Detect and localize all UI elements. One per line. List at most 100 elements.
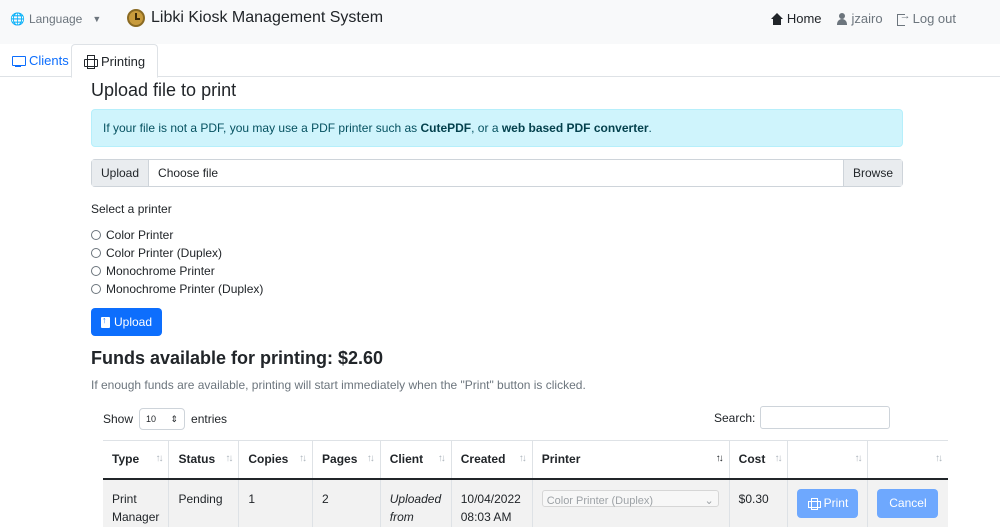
entries-label: entries: [191, 412, 228, 426]
radio-label: Color Printer: [106, 228, 174, 242]
printer-radio-color-duplex[interactable]: Color Printer (Duplex): [91, 244, 263, 262]
select-arrows-icon: ⇕: [170, 414, 179, 424]
logout-label: Log out: [912, 11, 956, 26]
type-line1: Print: [112, 491, 137, 506]
sort-icon: ↑↓: [774, 453, 782, 464]
file-input-group[interactable]: Upload Choose file Browse: [91, 159, 903, 187]
radio-label: Color Printer (Duplex): [106, 246, 223, 260]
home-icon: [770, 12, 783, 25]
radio-button[interactable]: [91, 266, 101, 276]
cell-print: Print: [787, 478, 868, 527]
cell-cost: $0.30: [728, 478, 788, 527]
created-date: 10/04/2022: [460, 491, 521, 506]
print-jobs-table: Type ↑↓ Status ↑↓ Copies ↑↓ Pages ↑↓ Client ↑…: [103, 440, 948, 527]
alert-text-middle: , or a: [471, 121, 502, 135]
cell-pages: 2: [312, 478, 381, 527]
table-row: Print Manager Pending 1 2 Uploaded from 10…: [103, 478, 948, 527]
sort-icon: ↑↓: [366, 453, 375, 464]
sort-desc-icon: ↑↓: [715, 453, 724, 464]
col-copies[interactable]: Copies ↑↓: [238, 440, 313, 480]
user-link[interactable]: jzairo: [836, 11, 883, 26]
created-time: 08:03 AM: [460, 509, 512, 524]
file-input[interactable]: Choose file: [149, 160, 843, 186]
upload-button[interactable]: Upload: [91, 308, 162, 336]
col-print-action[interactable]: ↑↓: [787, 440, 868, 480]
sort-icon: ↑↓: [935, 453, 943, 464]
col-printer[interactable]: Printer ↑↓: [531, 440, 730, 480]
tab-clients[interactable]: Clients: [0, 44, 81, 77]
file-input-label: Upload: [92, 160, 150, 186]
printer-radio-monochrome-duplex[interactable]: Monochrome Printer (Duplex): [91, 280, 263, 298]
brand[interactable]: Libki Kiosk Management System: [127, 9, 383, 27]
brand-title: Libki Kiosk Management System: [151, 9, 384, 26]
sort-icon: ↑↓: [155, 453, 163, 464]
printer-select[interactable]: Color Printer (Duplex) ⌄: [541, 489, 719, 507]
radio-label: Monochrome Printer: [106, 264, 215, 278]
cell-client: Uploaded from: [379, 478, 452, 527]
browse-button[interactable]: Browse: [842, 160, 902, 186]
type-line2: Manager: [112, 509, 160, 524]
chevron-down-icon: ⌄: [704, 494, 714, 507]
pdf-converter-link[interactable]: web based PDF converter: [502, 121, 649, 135]
radio-button[interactable]: [91, 248, 101, 258]
cancel-button[interactable]: Cancel: [877, 488, 939, 518]
printer-icon: [84, 55, 98, 69]
col-status[interactable]: Status ↑↓: [168, 440, 239, 480]
col-pages[interactable]: Pages ↑↓: [312, 440, 381, 480]
cell-printer: Color Printer (Duplex) ⌄: [531, 478, 730, 527]
monitor-icon: [12, 55, 26, 67]
printer-radio-color[interactable]: Color Printer: [91, 226, 263, 244]
user-icon: [836, 12, 848, 25]
show-label: Show: [103, 412, 134, 426]
col-client[interactable]: Client ↑↓: [379, 440, 452, 480]
col-cost[interactable]: Cost ↑↓: [728, 440, 788, 480]
search-label: Search:: [714, 410, 756, 425]
cutepdf-link[interactable]: CutePDF: [420, 121, 471, 135]
col-status-label: Status: [178, 452, 216, 467]
col-type[interactable]: Type ↑↓: [103, 440, 169, 480]
cell-copies: 1: [238, 478, 313, 527]
cancel-button-label: Cancel: [889, 496, 927, 510]
sort-icon: ↑↓: [854, 453, 862, 464]
table-search: Search:: [714, 406, 891, 429]
printer-radio-group: Color Printer Color Printer (Duplex) Mon…: [91, 226, 263, 298]
funds-heading: Funds available for printing: $2.60: [91, 348, 384, 368]
cell-status: Pending: [168, 478, 239, 527]
tab-printing-label: Printing: [101, 53, 146, 69]
client-line1: Uploaded: [389, 491, 442, 506]
top-navbar: 🌐 Language ▼ Libki Kiosk Management Syst…: [0, 0, 1000, 44]
pdf-info-alert: If your file is not a PDF, you may use a…: [91, 109, 903, 147]
home-label: Home: [786, 11, 822, 26]
tab-printing[interactable]: Printing: [71, 44, 159, 78]
logout-link[interactable]: Log out: [896, 10, 956, 26]
radio-label: Monochrome Printer (Duplex): [106, 282, 264, 296]
caret-down-icon: ▼: [92, 14, 102, 24]
radio-button[interactable]: [91, 230, 101, 240]
printer-select-value: Color Printer (Duplex): [546, 494, 654, 507]
printer-icon: [807, 498, 821, 510]
language-menu[interactable]: 🌐 Language ▼: [10, 12, 101, 26]
print-button[interactable]: Print: [797, 488, 859, 518]
col-cost-label: Cost: [738, 452, 766, 467]
sort-icon: ↑↓: [299, 453, 307, 464]
home-link[interactable]: Home: [770, 11, 822, 26]
col-cancel-action[interactable]: ↑↓: [867, 440, 948, 480]
language-label: Language: [28, 12, 83, 26]
radio-button[interactable]: [91, 284, 101, 294]
sort-icon: ↑↓: [518, 453, 527, 464]
print-button-label: Print: [823, 496, 849, 510]
funds-note: If enough funds are available, printing …: [91, 378, 586, 392]
client-line2: from: [389, 509, 414, 524]
page-length-select[interactable]: 10 ⇕: [139, 408, 186, 430]
cell-type: Print Manager: [103, 478, 169, 527]
upload-heading: Upload file to print: [91, 80, 237, 100]
table-header-row: Type ↑↓ Status ↑↓ Copies ↑↓ Pages ↑↓ Client ↑…: [103, 440, 948, 480]
printer-radio-monochrome[interactable]: Monochrome Printer: [91, 262, 263, 280]
clock-logo-icon: [127, 9, 145, 27]
search-input[interactable]: [760, 406, 891, 429]
user-label: jzairo: [851, 11, 883, 26]
col-created-label: Created: [460, 452, 506, 467]
cell-created: 10/04/2022 08:03 AM: [450, 478, 533, 527]
col-created[interactable]: Created ↑↓: [450, 440, 533, 480]
alert-text-prefix: If your file is not a PDF, you may use a…: [103, 121, 421, 135]
